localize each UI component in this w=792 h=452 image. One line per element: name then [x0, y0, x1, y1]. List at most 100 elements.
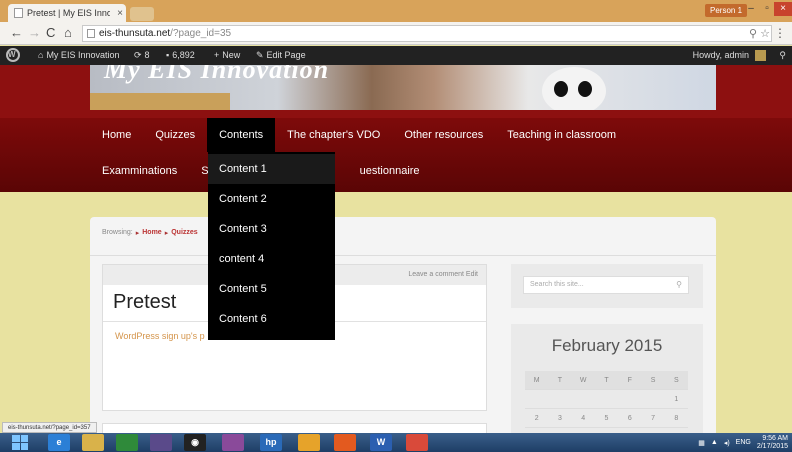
nav-item-questionnaire[interactable]: uestionnaire [348, 154, 432, 188]
breadcrumb-quizzes[interactable]: Quizzes [171, 229, 197, 237]
tab-title: Pretest | My EIS Innovatio [27, 8, 110, 18]
page-icon [87, 29, 95, 38]
comment-icon: ▪ [166, 50, 170, 60]
weekday-label: T [604, 377, 609, 384]
hp-icon[interactable]: hp [260, 434, 282, 451]
nav-item-other-resources[interactable]: Other resources [392, 118, 495, 152]
calendar-day: 5 [604, 415, 609, 422]
dropdown-item-content-4[interactable]: content 4 [208, 244, 335, 274]
maximize-button[interactable]: ▫ [760, 2, 774, 16]
panda-eye [554, 81, 568, 97]
clock[interactable]: 9:56 AM 2/17/2015 [757, 435, 788, 451]
admin-bar-new[interactable]: + New [214, 46, 240, 65]
dropdown-item-content-6[interactable]: Content 6 [208, 304, 335, 334]
tab-close-button[interactable]: × [114, 8, 126, 19]
howdy-label: Howdy, admin [692, 50, 749, 60]
nav-item-chapter-vdo[interactable]: The chapter's VDO [275, 118, 392, 152]
new-tab-button[interactable] [130, 7, 154, 21]
browser-tab[interactable]: Pretest | My EIS Innovatio × [8, 4, 126, 22]
start-button-icon[interactable] [12, 435, 28, 450]
post-body-link[interactable]: WordPress sign up's p [115, 331, 205, 341]
keyboard-icon[interactable]: ▦ [698, 439, 705, 447]
calendar-day: 4 [581, 415, 586, 422]
dropdown-item-content-5[interactable]: Content 5 [208, 274, 335, 304]
search-placeholder: Search this site... [530, 281, 584, 288]
folder-icon[interactable] [82, 434, 104, 451]
avatar [755, 50, 766, 61]
edit-page-label: Edit Page [266, 50, 306, 60]
reload-icon[interactable]: C [46, 26, 55, 40]
contents-dropdown-menu: Content 1 Content 2 Content 3 content 4 … [208, 152, 335, 340]
network-icon[interactable]: ▲ [711, 439, 718, 446]
profile-button[interactable]: Person 1 [705, 4, 748, 17]
nav-item-home[interactable]: Home [90, 118, 143, 152]
browser-toolbar: ← → C ⌂ eis-thunsuta.net/?page_id=35 ⚲ ☆… [0, 22, 792, 45]
spreadsheet-icon[interactable] [116, 434, 138, 451]
address-bar[interactable]: eis-thunsuta.net/?page_id=35 [82, 25, 772, 42]
content-area: Browsing: ▸ Home ▸ Quizzes Leave a comme… [90, 217, 716, 452]
back-arrow-icon[interactable]: ← [10, 26, 23, 40]
new-label: New [222, 50, 241, 60]
calendar-day [548, 390, 571, 408]
calendar-day: 6 [627, 415, 632, 422]
panda-illustration [542, 67, 606, 110]
site-title[interactable]: My EIS Innovation [104, 65, 329, 85]
media-icon[interactable] [150, 434, 172, 451]
wordpress-logo-icon[interactable]: W [6, 48, 20, 62]
search-icon[interactable]: ⚲ [779, 46, 786, 65]
calendar-day: 3 [557, 415, 562, 422]
word-icon[interactable]: W [370, 434, 392, 451]
admin-bar-updates[interactable]: ⟳ 8 [134, 46, 150, 65]
firefox-icon[interactable] [334, 434, 356, 451]
divider [90, 255, 716, 256]
disc-icon[interactable]: ◉ [184, 434, 206, 451]
dropdown-item-content-3[interactable]: Content 3 [208, 214, 335, 244]
nav-item-teaching-in-classroom[interactable]: Teaching in classroom [495, 118, 628, 152]
search-icon[interactable]: ⚲ [676, 277, 682, 293]
zoom-star-icons[interactable]: ⚲ ☆ [749, 27, 770, 40]
language-indicator[interactable]: ENG [736, 439, 751, 446]
admin-bar-edit-page[interactable]: ✎ Edit Page [256, 46, 306, 65]
admin-bar-account[interactable]: Howdy, admin [693, 46, 766, 65]
weekday-label: S [650, 377, 656, 384]
nav-row-primary: Home Quizzes Contents The chapter's VDO … [90, 118, 628, 152]
panda-eye [578, 81, 592, 97]
system-tray: ▦ ▲ ◂) ENG 9:56 AM 2/17/2015 [698, 433, 788, 452]
ie-icon[interactable]: e [48, 434, 70, 451]
window-close-button[interactable]: × [774, 2, 792, 16]
dropdown-item-content-1[interactable]: Content 1 [208, 154, 335, 184]
header-image[interactable]: My EIS Innovation [90, 65, 716, 110]
dropdown-item-content-2[interactable]: Content 2 [208, 184, 335, 214]
volume-icon[interactable]: ◂) [724, 439, 730, 447]
weekday-label: T [557, 377, 563, 384]
breadcrumb-home[interactable]: Home [142, 229, 161, 237]
calendar-day: 7 [651, 415, 655, 422]
windows-taskbar: e ◉ hp W ▦ ▲ ◂) ENG 9:56 AM 2/17/2015 [0, 433, 792, 452]
updates-count: 8 [144, 50, 150, 60]
calendar-week: 2 3 4 5 6 7 8 [525, 409, 688, 428]
chrome-icon[interactable] [406, 434, 428, 451]
weekday-label: M [533, 377, 540, 384]
home-icon[interactable]: ⌂ [64, 26, 72, 40]
nav-item-examinations[interactable]: Examminations [90, 154, 189, 188]
calendar-day [525, 390, 548, 408]
admin-bar-site-name: My EIS Innovation [46, 50, 120, 60]
admin-bar-site-link[interactable]: ⌂ My EIS Innovation [38, 46, 119, 65]
calendar-day [595, 390, 618, 408]
pencil-icon: ✎ [256, 50, 264, 60]
forward-arrow-icon[interactable]: → [28, 26, 41, 40]
nav-item-quizzes[interactable]: Quizzes [143, 118, 207, 152]
minimize-button[interactable]: – [744, 2, 758, 16]
calendar-day: 2 [534, 415, 539, 422]
browser-tab-strip: Pretest | My EIS Innovatio × Person 1 – … [0, 0, 792, 22]
search-input[interactable]: Search this site... ⚲ [523, 276, 689, 294]
calendar-day [572, 390, 595, 408]
app-icon[interactable] [222, 434, 244, 451]
browser-menu-icon[interactable]: ⋮ [774, 26, 786, 40]
calendar-weekday-row: M T W T F S S [525, 371, 688, 390]
header-photo-decoration [90, 93, 230, 110]
calendar-title: February 2015 [551, 336, 663, 355]
admin-bar-comments[interactable]: ▪ 6,892 [166, 46, 195, 65]
nav-item-contents[interactable]: Contents [207, 118, 276, 152]
weather-icon[interactable] [298, 434, 320, 451]
